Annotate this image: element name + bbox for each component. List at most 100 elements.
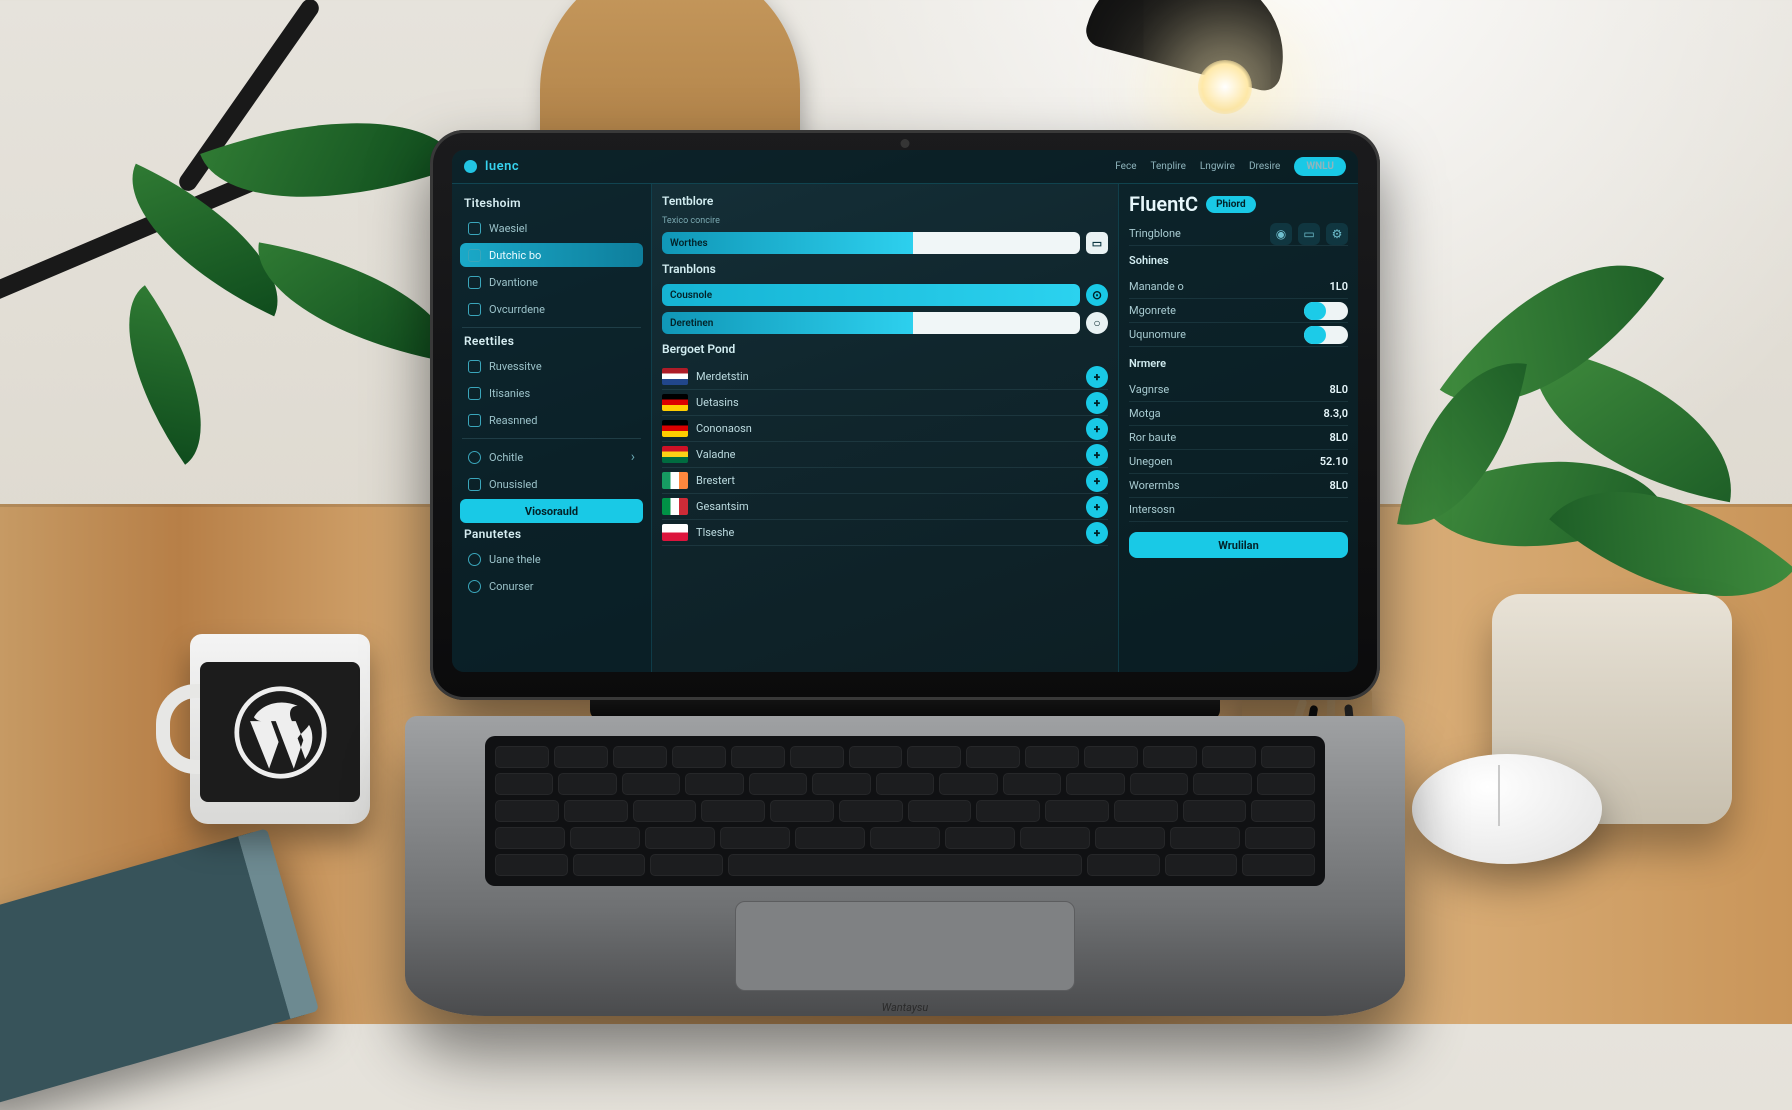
action-button[interactable]: ⊙ [1086,284,1108,306]
language-row[interactable]: Valadne + [662,442,1108,468]
nav-item[interactable]: Tenplire [1151,161,1186,172]
stat-label: Ror baute [1129,431,1176,444]
language-name: Tlseshe [696,526,734,539]
nav-item[interactable]: Lngwire [1200,161,1235,172]
square-icon: ▭ [1092,237,1102,250]
sidebar-item[interactable]: Itisanies [460,381,643,405]
panel-badge[interactable]: Phiord [1206,196,1256,213]
square-icon: ▭ [1303,227,1314,241]
circle-icon: ○ [1093,316,1100,330]
square-icon [468,478,481,491]
add-language-button[interactable]: + [1086,496,1108,518]
text-input[interactable]: Worthes [662,232,1080,254]
add-language-button[interactable]: + [1086,470,1108,492]
language-row[interactable]: Uetasins + [662,390,1108,416]
sidebar-item-label: Ochitle [489,451,523,464]
language-row[interactable]: Merdetstin + [662,364,1108,390]
icon-button[interactable]: ⚙ [1326,223,1348,245]
settings-row: Manande o1L0 [1129,275,1348,299]
sidebar-cta-button[interactable]: Viosorauld [460,499,643,523]
add-language-button[interactable]: + [1086,392,1108,414]
stat-value: 8L0 [1329,479,1348,492]
input-label: Worthes [670,238,708,249]
bullet-icon [468,387,481,400]
language-name: Cononaosn [696,422,752,435]
language-row[interactable]: Gesantsim + [662,494,1108,520]
flag-icon [662,472,688,489]
sidebar-item[interactable]: Ruvessitve [460,354,643,378]
add-language-button[interactable]: + [1086,366,1108,388]
sidebar-heading: Panutetes [464,527,639,541]
sidebar: Titeshoim Waesiel Dutchic bo Dvantione O… [452,184,652,672]
sidebar-item[interactable]: Waesiel [460,216,643,240]
add-language-button[interactable]: + [1086,444,1108,466]
nav-item[interactable]: Fece [1115,161,1136,172]
icon-button[interactable]: ▭ [1298,223,1320,245]
action-button[interactable]: ○ [1086,312,1108,334]
settings-label: Mgonrete [1129,304,1176,317]
plus-icon: + [1094,448,1100,462]
camera-icon [901,139,910,148]
settings-row: Mgonrete [1129,299,1348,323]
laptop-base: Wantaysu [405,716,1405,1016]
laptop: luenc Fece Tenplire Lngwire Dresire WNLU… [430,130,1380,1016]
sidebar-item-label: Waesiel [489,222,527,235]
plant-left [70,30,490,500]
section-heading: Tranblons [662,262,1108,276]
text-input[interactable]: Deretinen [662,312,1080,334]
flag-icon [662,446,688,463]
language-row[interactable]: Tlseshe + [662,520,1108,546]
add-language-button[interactable]: + [1086,418,1108,440]
sidebar-item[interactable]: Ovcurrdene [460,297,643,321]
plant-right [1402,204,1772,824]
settings-label: Manande o [1129,280,1184,293]
laptop-screen-frame: luenc Fece Tenplire Lngwire Dresire WNLU… [430,130,1380,700]
flag-icon [662,498,688,515]
language-name: Uetasins [696,396,739,409]
toggle-switch[interactable] [1304,302,1348,320]
language-name: Merdetstin [696,370,749,383]
brand-name: luenc [485,159,519,174]
settings-label: Uqunomure [1129,328,1186,341]
submit-button[interactable]: ▭ [1086,232,1108,254]
bullet-icon [468,222,481,235]
radio-icon [468,580,481,593]
toggle-switch[interactable] [1304,326,1348,344]
stat-label: Intersosn [1129,503,1175,516]
sidebar-item-label: Conurser [489,580,534,593]
flag-icon [662,394,688,411]
sidebar-item[interactable]: Uane thele [460,547,643,571]
sidebar-item[interactable]: Dvantione [460,270,643,294]
stat-row: Vagnrse8L0 [1129,378,1348,402]
topbar: luenc Fece Tenplire Lngwire Dresire WNLU [452,150,1358,184]
sidebar-item-selected[interactable]: Dutchic bo [460,243,643,267]
panel-cta-button[interactable]: Wrulilan [1129,532,1348,558]
stat-value: 52.10 [1320,455,1348,468]
topbar-cta-button[interactable]: WNLU [1294,157,1346,176]
add-language-button[interactable]: + [1086,522,1108,544]
text-input[interactable]: Cousnole [662,284,1080,306]
app-window: luenc Fece Tenplire Lngwire Dresire WNLU… [452,150,1358,672]
sidebar-item-label: Dutchic bo [489,249,541,262]
sidebar-item[interactable]: Onusisled [460,472,643,496]
sidebar-item-expandable[interactable]: Ochitle [460,445,643,469]
stat-label: Vagnrse [1129,383,1169,396]
language-list: Merdetstin + Uetasins + Cononaosn + Vala… [662,364,1108,546]
icon-button[interactable]: ◉ [1270,223,1292,245]
sidebar-item[interactable]: Conurser [460,574,643,598]
language-row[interactable]: Cononaosn + [662,416,1108,442]
desk-lamp-right [1072,0,1292,130]
laptop-brand-label: Wantaysu [405,1001,1405,1014]
sidebar-item-label: Dvantione [489,276,538,289]
sidebar-item[interactable]: Reasnned [460,408,643,432]
wordpress-logo-icon [233,685,328,780]
nav-item[interactable]: Dresire [1249,161,1280,172]
section-heading: Sohines [1129,254,1348,267]
plus-icon: + [1094,526,1100,540]
sidebar-item-label: Ovcurrdene [489,303,545,316]
section-sub: Texico concire [662,216,1108,226]
sidebar-item-label: Reasnned [489,414,537,427]
bullet-icon [468,249,481,262]
language-row[interactable]: Brestert + [662,468,1108,494]
panel-cta-label: Wrulilan [1218,539,1259,552]
